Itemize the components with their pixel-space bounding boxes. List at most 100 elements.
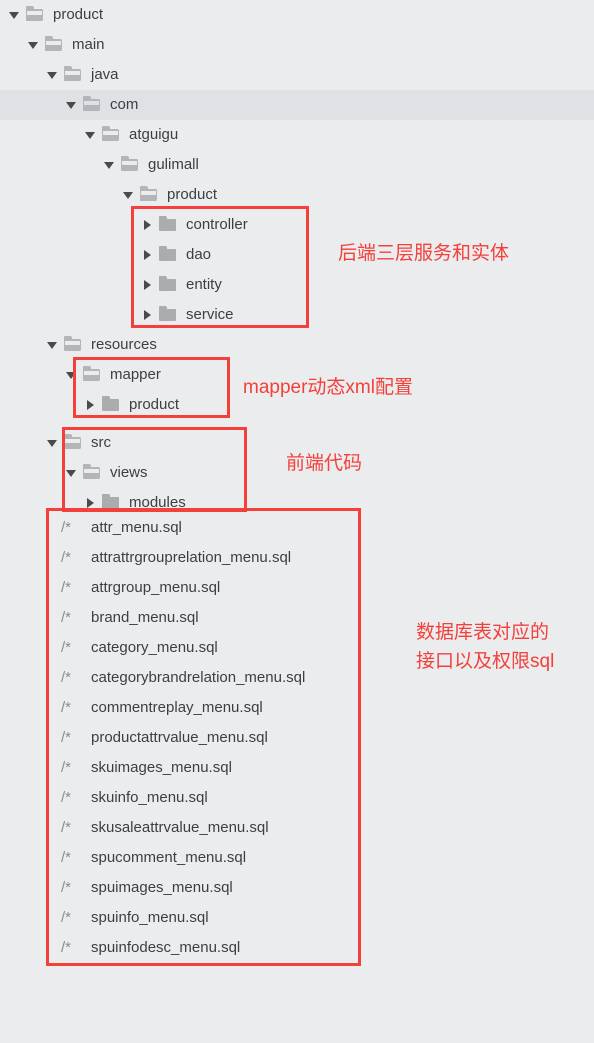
tree-row-label: mapper bbox=[110, 366, 161, 383]
tree-row[interactable]: product bbox=[0, 180, 594, 210]
sql-file-icon: /* bbox=[61, 639, 72, 656]
tree-row-label: spuinfo_menu.sql bbox=[91, 909, 209, 926]
no-twisty-spacer bbox=[45, 843, 61, 873]
no-twisty-spacer bbox=[45, 603, 61, 633]
no-twisty-spacer bbox=[45, 693, 61, 723]
tree-row[interactable]: /* spuinfo_menu.sql bbox=[0, 903, 594, 933]
tree-row[interactable]: entity bbox=[0, 270, 594, 300]
chevron-down-icon[interactable] bbox=[64, 360, 80, 390]
tree-row-label: resources bbox=[91, 336, 157, 353]
tree-row[interactable]: /* skusaleattrvalue_menu.sql bbox=[0, 813, 594, 843]
tree-row-label: brand_menu.sql bbox=[91, 609, 199, 626]
chevron-down-icon[interactable] bbox=[7, 0, 23, 30]
tree-row[interactable]: /* spuimages_menu.sql bbox=[0, 873, 594, 903]
tree-row[interactable]: /* skuimages_menu.sql bbox=[0, 753, 594, 783]
folder-open-icon bbox=[63, 428, 85, 458]
tree-row-label: attrattrgrouprelation_menu.sql bbox=[91, 549, 292, 566]
tree-row[interactable]: /* spucomment_menu.sql bbox=[0, 843, 594, 873]
tree-row[interactable]: /* attr_menu.sql bbox=[0, 513, 594, 543]
tree-row-label: controller bbox=[186, 216, 248, 233]
sql-file-icon: /* bbox=[61, 609, 72, 626]
folder-closed-icon bbox=[158, 300, 180, 330]
folder-open-icon bbox=[63, 60, 85, 90]
sql-file-icon: /* bbox=[61, 669, 72, 686]
project-file-tree[interactable]: product main java com atguigu gulimall product… bbox=[0, 0, 594, 1043]
no-twisty-spacer bbox=[45, 573, 61, 603]
chevron-down-icon[interactable] bbox=[83, 120, 99, 150]
tree-row[interactable]: /* spuinfodesc_menu.sql bbox=[0, 933, 594, 963]
tree-row[interactable]: /* commentreplay_menu.sql bbox=[0, 693, 594, 723]
chevron-down-icon[interactable] bbox=[45, 330, 61, 360]
chevron-down-icon[interactable] bbox=[102, 150, 118, 180]
tree-row-label: atguigu bbox=[129, 126, 179, 143]
tree-row[interactable]: com bbox=[0, 90, 594, 120]
folder-closed-icon bbox=[158, 240, 180, 270]
tree-row-label: java bbox=[91, 66, 119, 83]
tree-row[interactable]: /* attrattrgrouprelation_menu.sql bbox=[0, 543, 594, 573]
tree-row-label: category_menu.sql bbox=[91, 639, 218, 656]
sql-file-icon: /* bbox=[61, 879, 72, 896]
chevron-down-icon[interactable] bbox=[121, 180, 137, 210]
chevron-down-icon[interactable] bbox=[45, 60, 61, 90]
chevron-right-icon[interactable] bbox=[140, 300, 156, 330]
tree-row[interactable]: java bbox=[0, 60, 594, 90]
tree-row-label: product bbox=[53, 6, 104, 23]
tree-row[interactable]: main bbox=[0, 30, 594, 60]
sql-file-icon: /* bbox=[61, 789, 72, 806]
chevron-right-icon[interactable] bbox=[140, 270, 156, 300]
chevron-down-icon[interactable] bbox=[64, 458, 80, 488]
tree-row[interactable]: controller bbox=[0, 210, 594, 240]
folder-open-icon bbox=[82, 360, 104, 390]
tree-row[interactable]: gulimall bbox=[0, 150, 594, 180]
tree-row-label: categorybrandrelation_menu.sql bbox=[91, 669, 306, 686]
sql-file-icon: /* bbox=[61, 729, 72, 746]
tree-row[interactable]: atguigu bbox=[0, 120, 594, 150]
tree-row-label: src bbox=[91, 434, 111, 451]
tree-row-label: attr_menu.sql bbox=[91, 519, 182, 536]
sql-file-icon: /* bbox=[61, 549, 72, 566]
tree-row-label: views bbox=[110, 464, 148, 481]
tree-row-label: dao bbox=[186, 246, 212, 263]
no-twisty-spacer bbox=[45, 813, 61, 843]
tree-row-label: service bbox=[186, 306, 234, 323]
tree-row[interactable]: /* skuinfo_menu.sql bbox=[0, 783, 594, 813]
sql-file-icon: /* bbox=[61, 819, 72, 836]
tree-row[interactable]: service bbox=[0, 300, 594, 330]
no-twisty-spacer bbox=[45, 753, 61, 783]
chevron-right-icon[interactable] bbox=[140, 210, 156, 240]
chevron-right-icon[interactable] bbox=[140, 240, 156, 270]
tree-row-label: productattrvalue_menu.sql bbox=[91, 729, 268, 746]
no-twisty-spacer bbox=[45, 903, 61, 933]
folder-closed-icon bbox=[158, 210, 180, 240]
folder-open-icon bbox=[101, 120, 123, 150]
chevron-down-icon[interactable] bbox=[45, 428, 61, 458]
annotation-label-frontend-code: 前端代码 bbox=[286, 453, 363, 474]
tree-row[interactable]: resources bbox=[0, 330, 594, 360]
folder-closed-icon bbox=[101, 390, 123, 420]
tree-row-label: product bbox=[129, 396, 180, 413]
annotation-label-mapper-xml: mapper动态xml配置 bbox=[243, 377, 413, 398]
annotation-label-backend-layers: 后端三层服务和实体 bbox=[338, 243, 510, 264]
no-twisty-spacer bbox=[45, 783, 61, 813]
chevron-down-icon[interactable] bbox=[26, 30, 42, 60]
tree-row-label: spuinfodesc_menu.sql bbox=[91, 939, 241, 956]
no-twisty-spacer bbox=[45, 723, 61, 753]
tree-row-label: entity bbox=[186, 276, 222, 293]
sql-file-icon: /* bbox=[61, 699, 72, 716]
tree-row-label: com bbox=[110, 96, 139, 113]
folder-open-icon bbox=[120, 150, 142, 180]
tree-row-label: main bbox=[72, 36, 105, 53]
chevron-down-icon[interactable] bbox=[64, 90, 80, 120]
tree-row-label: skuinfo_menu.sql bbox=[91, 789, 208, 806]
sql-file-icon: /* bbox=[61, 579, 72, 596]
no-twisty-spacer bbox=[45, 873, 61, 903]
tree-row[interactable]: /* productattrvalue_menu.sql bbox=[0, 723, 594, 753]
sql-file-icon: /* bbox=[61, 759, 72, 776]
sql-file-icon: /* bbox=[61, 519, 72, 536]
tree-row-label: gulimall bbox=[148, 156, 199, 173]
tree-row[interactable]: product bbox=[0, 0, 594, 30]
tree-row-label: spucomment_menu.sql bbox=[91, 849, 247, 866]
tree-row[interactable]: /* attrgroup_menu.sql bbox=[0, 573, 594, 603]
chevron-right-icon[interactable] bbox=[83, 390, 99, 420]
sql-file-icon: /* bbox=[61, 849, 72, 866]
